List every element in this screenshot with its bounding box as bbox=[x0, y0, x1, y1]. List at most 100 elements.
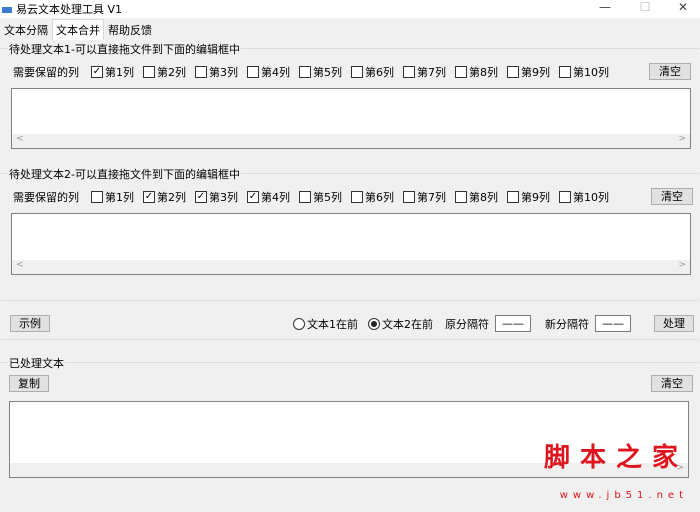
checkbox-icon bbox=[559, 66, 571, 78]
orig-sep-input[interactable]: —— bbox=[495, 315, 531, 332]
column-checkbox-1[interactable]: 第1列 bbox=[91, 189, 134, 205]
watermark-logo: 脚本之家 bbox=[543, 443, 688, 473]
checkbox-label: 第6列 bbox=[365, 191, 394, 204]
group-title: 待处理文本2-可以直接拖文件到下面的编辑框中 bbox=[8, 166, 241, 182]
checkbox-icon: ✓ bbox=[143, 191, 155, 203]
checkbox-icon bbox=[403, 66, 415, 78]
checkbox-label: 第1列 bbox=[105, 191, 134, 204]
keep-columns-label: 需要保留的列 bbox=[13, 66, 79, 79]
checkbox-icon bbox=[351, 66, 363, 78]
column-checkbox-10[interactable]: 第10列 bbox=[559, 64, 609, 80]
column-checkbox-8[interactable]: 第8列 bbox=[455, 64, 498, 80]
radio-circle bbox=[368, 317, 380, 330]
checkbox-icon bbox=[299, 66, 311, 78]
checkbox-icon bbox=[559, 191, 571, 203]
checkbox-label: 第8列 bbox=[469, 66, 498, 79]
clear-button[interactable]: 清空 bbox=[651, 188, 693, 205]
text2-editor[interactable]: < > bbox=[11, 213, 691, 275]
checkbox-icon bbox=[247, 66, 259, 78]
title-bar: 易云文本处理工具 V1 — ☐ ✕ bbox=[0, 0, 700, 18]
column-checkbox-2[interactable]: ✓ 第2列 bbox=[143, 189, 186, 205]
checkbox-label: 第7列 bbox=[417, 66, 446, 79]
checkbox-icon: ✓ bbox=[91, 66, 103, 78]
checkbox-icon bbox=[507, 66, 519, 78]
text2-group: 待处理文本2-可以直接拖文件到下面的编辑框中 需要保留的列 第1列 ✓ 第2列 ✓ 第3… bbox=[1, 166, 699, 288]
minimize-button[interactable]: — bbox=[590, 0, 620, 18]
checkbox-label: 第6列 bbox=[365, 66, 394, 79]
checkbox-label: 第1列 bbox=[105, 66, 134, 79]
column-checkbox-4[interactable]: ✓ 第4列 bbox=[247, 189, 290, 205]
process-button[interactable]: 处理 bbox=[654, 315, 694, 332]
new-sep-input[interactable]: —— bbox=[595, 315, 631, 332]
checkbox-icon bbox=[455, 191, 467, 203]
column-checkbox-9[interactable]: 第9列 bbox=[507, 189, 550, 205]
column-checkbox-3[interactable]: ✓ 第3列 bbox=[195, 189, 238, 205]
maximize-button[interactable]: ☐ bbox=[630, 0, 660, 18]
radio-label: 文本1在前 bbox=[307, 317, 358, 331]
checkbox-label: 第4列 bbox=[261, 66, 290, 79]
checkbox-label: 第3列 bbox=[209, 191, 238, 204]
close-button[interactable]: ✕ bbox=[668, 0, 698, 18]
checkbox-icon bbox=[455, 66, 467, 78]
column-checkbox-5[interactable]: 第5列 bbox=[299, 64, 342, 80]
checkbox-label: 第2列 bbox=[157, 66, 186, 79]
column-checkbox-10[interactable]: 第10列 bbox=[559, 189, 609, 205]
column-selector: 需要保留的列 ✓ 第1列 第2列 第3列 第4列 第5列 第6列 第7列 第8列 第9列 第10列 bbox=[13, 64, 618, 80]
checkbox-icon bbox=[195, 66, 207, 78]
example-button[interactable]: 示例 bbox=[10, 315, 50, 332]
checkbox-label: 第3列 bbox=[209, 66, 238, 79]
checkbox-label: 第4列 bbox=[261, 191, 290, 204]
checkbox-label: 第5列 bbox=[313, 191, 342, 204]
column-checkbox-5[interactable]: 第5列 bbox=[299, 189, 342, 205]
group-title: 待处理文本1-可以直接拖文件到下面的编辑框中 bbox=[8, 41, 241, 57]
checkbox-icon bbox=[299, 191, 311, 203]
checkbox-label: 第7列 bbox=[417, 191, 446, 204]
text2-first-radio[interactable]: 文本2在前 bbox=[368, 316, 433, 332]
checkbox-label: 第5列 bbox=[313, 66, 342, 79]
watermark-url: www.jb51.net bbox=[559, 490, 688, 501]
tab-text-split[interactable]: 文本分隔 bbox=[0, 19, 52, 41]
merge-controls: 示例 文本1在前 文本2在前 原分隔符 —— 新分隔符 —— 处理 bbox=[1, 300, 699, 340]
column-checkbox-6[interactable]: 第6列 bbox=[351, 64, 394, 80]
checkbox-icon bbox=[351, 191, 363, 203]
checkbox-icon bbox=[91, 191, 103, 203]
checkbox-icon: ✓ bbox=[195, 191, 207, 203]
checkbox-icon bbox=[507, 191, 519, 203]
tab-help-feedback[interactable]: 帮助反馈 bbox=[104, 19, 156, 41]
group-title: 已处理文本 bbox=[8, 355, 65, 371]
checkbox-icon bbox=[143, 66, 155, 78]
copy-button[interactable]: 复制 bbox=[9, 375, 49, 392]
clear-button[interactable]: 清空 bbox=[649, 63, 691, 80]
horizontal-scrollbar[interactable]: < > bbox=[12, 260, 690, 274]
tab-bar: 文本分隔 文本合并 帮助反馈 bbox=[0, 19, 156, 40]
column-checkbox-3[interactable]: 第3列 bbox=[195, 64, 238, 80]
column-selector: 需要保留的列 第1列 ✓ 第2列 ✓ 第3列 ✓ 第4列 第5列 第6列 第7列 第8列 第9列 第10… bbox=[13, 189, 618, 205]
column-checkbox-6[interactable]: 第6列 bbox=[351, 189, 394, 205]
column-checkbox-7[interactable]: 第7列 bbox=[403, 64, 446, 80]
checkbox-label: 第9列 bbox=[521, 191, 550, 204]
horizontal-scrollbar[interactable]: < > bbox=[12, 134, 690, 148]
text1-first-radio[interactable]: 文本1在前 bbox=[293, 316, 358, 332]
text1-group: 待处理文本1-可以直接拖文件到下面的编辑框中 需要保留的列 ✓ 第1列 第2列 第3列… bbox=[1, 41, 699, 160]
column-checkbox-2[interactable]: 第2列 bbox=[143, 64, 186, 80]
new-sep-label: 新分隔符 bbox=[545, 317, 589, 331]
checkbox-label: 第10列 bbox=[573, 66, 609, 79]
checkbox-label: 第8列 bbox=[469, 191, 498, 204]
column-checkbox-8[interactable]: 第8列 bbox=[455, 189, 498, 205]
radio-circle bbox=[293, 317, 305, 330]
checkbox-label: 第10列 bbox=[573, 191, 609, 204]
checkbox-label: 第2列 bbox=[157, 191, 186, 204]
radio-label: 文本2在前 bbox=[382, 317, 433, 331]
column-checkbox-1[interactable]: ✓ 第1列 bbox=[91, 64, 134, 80]
checkbox-label: 第9列 bbox=[521, 66, 550, 79]
orig-sep-label: 原分隔符 bbox=[445, 317, 489, 331]
checkbox-icon: ✓ bbox=[247, 191, 259, 203]
column-checkbox-9[interactable]: 第9列 bbox=[507, 64, 550, 80]
column-checkbox-7[interactable]: 第7列 bbox=[403, 189, 446, 205]
column-checkbox-4[interactable]: 第4列 bbox=[247, 64, 290, 80]
text1-editor[interactable]: < > bbox=[11, 88, 691, 149]
checkbox-icon bbox=[403, 191, 415, 203]
clear-button[interactable]: 清空 bbox=[651, 375, 693, 392]
keep-columns-label: 需要保留的列 bbox=[13, 191, 79, 204]
tab-text-merge[interactable]: 文本合并 bbox=[52, 19, 104, 40]
